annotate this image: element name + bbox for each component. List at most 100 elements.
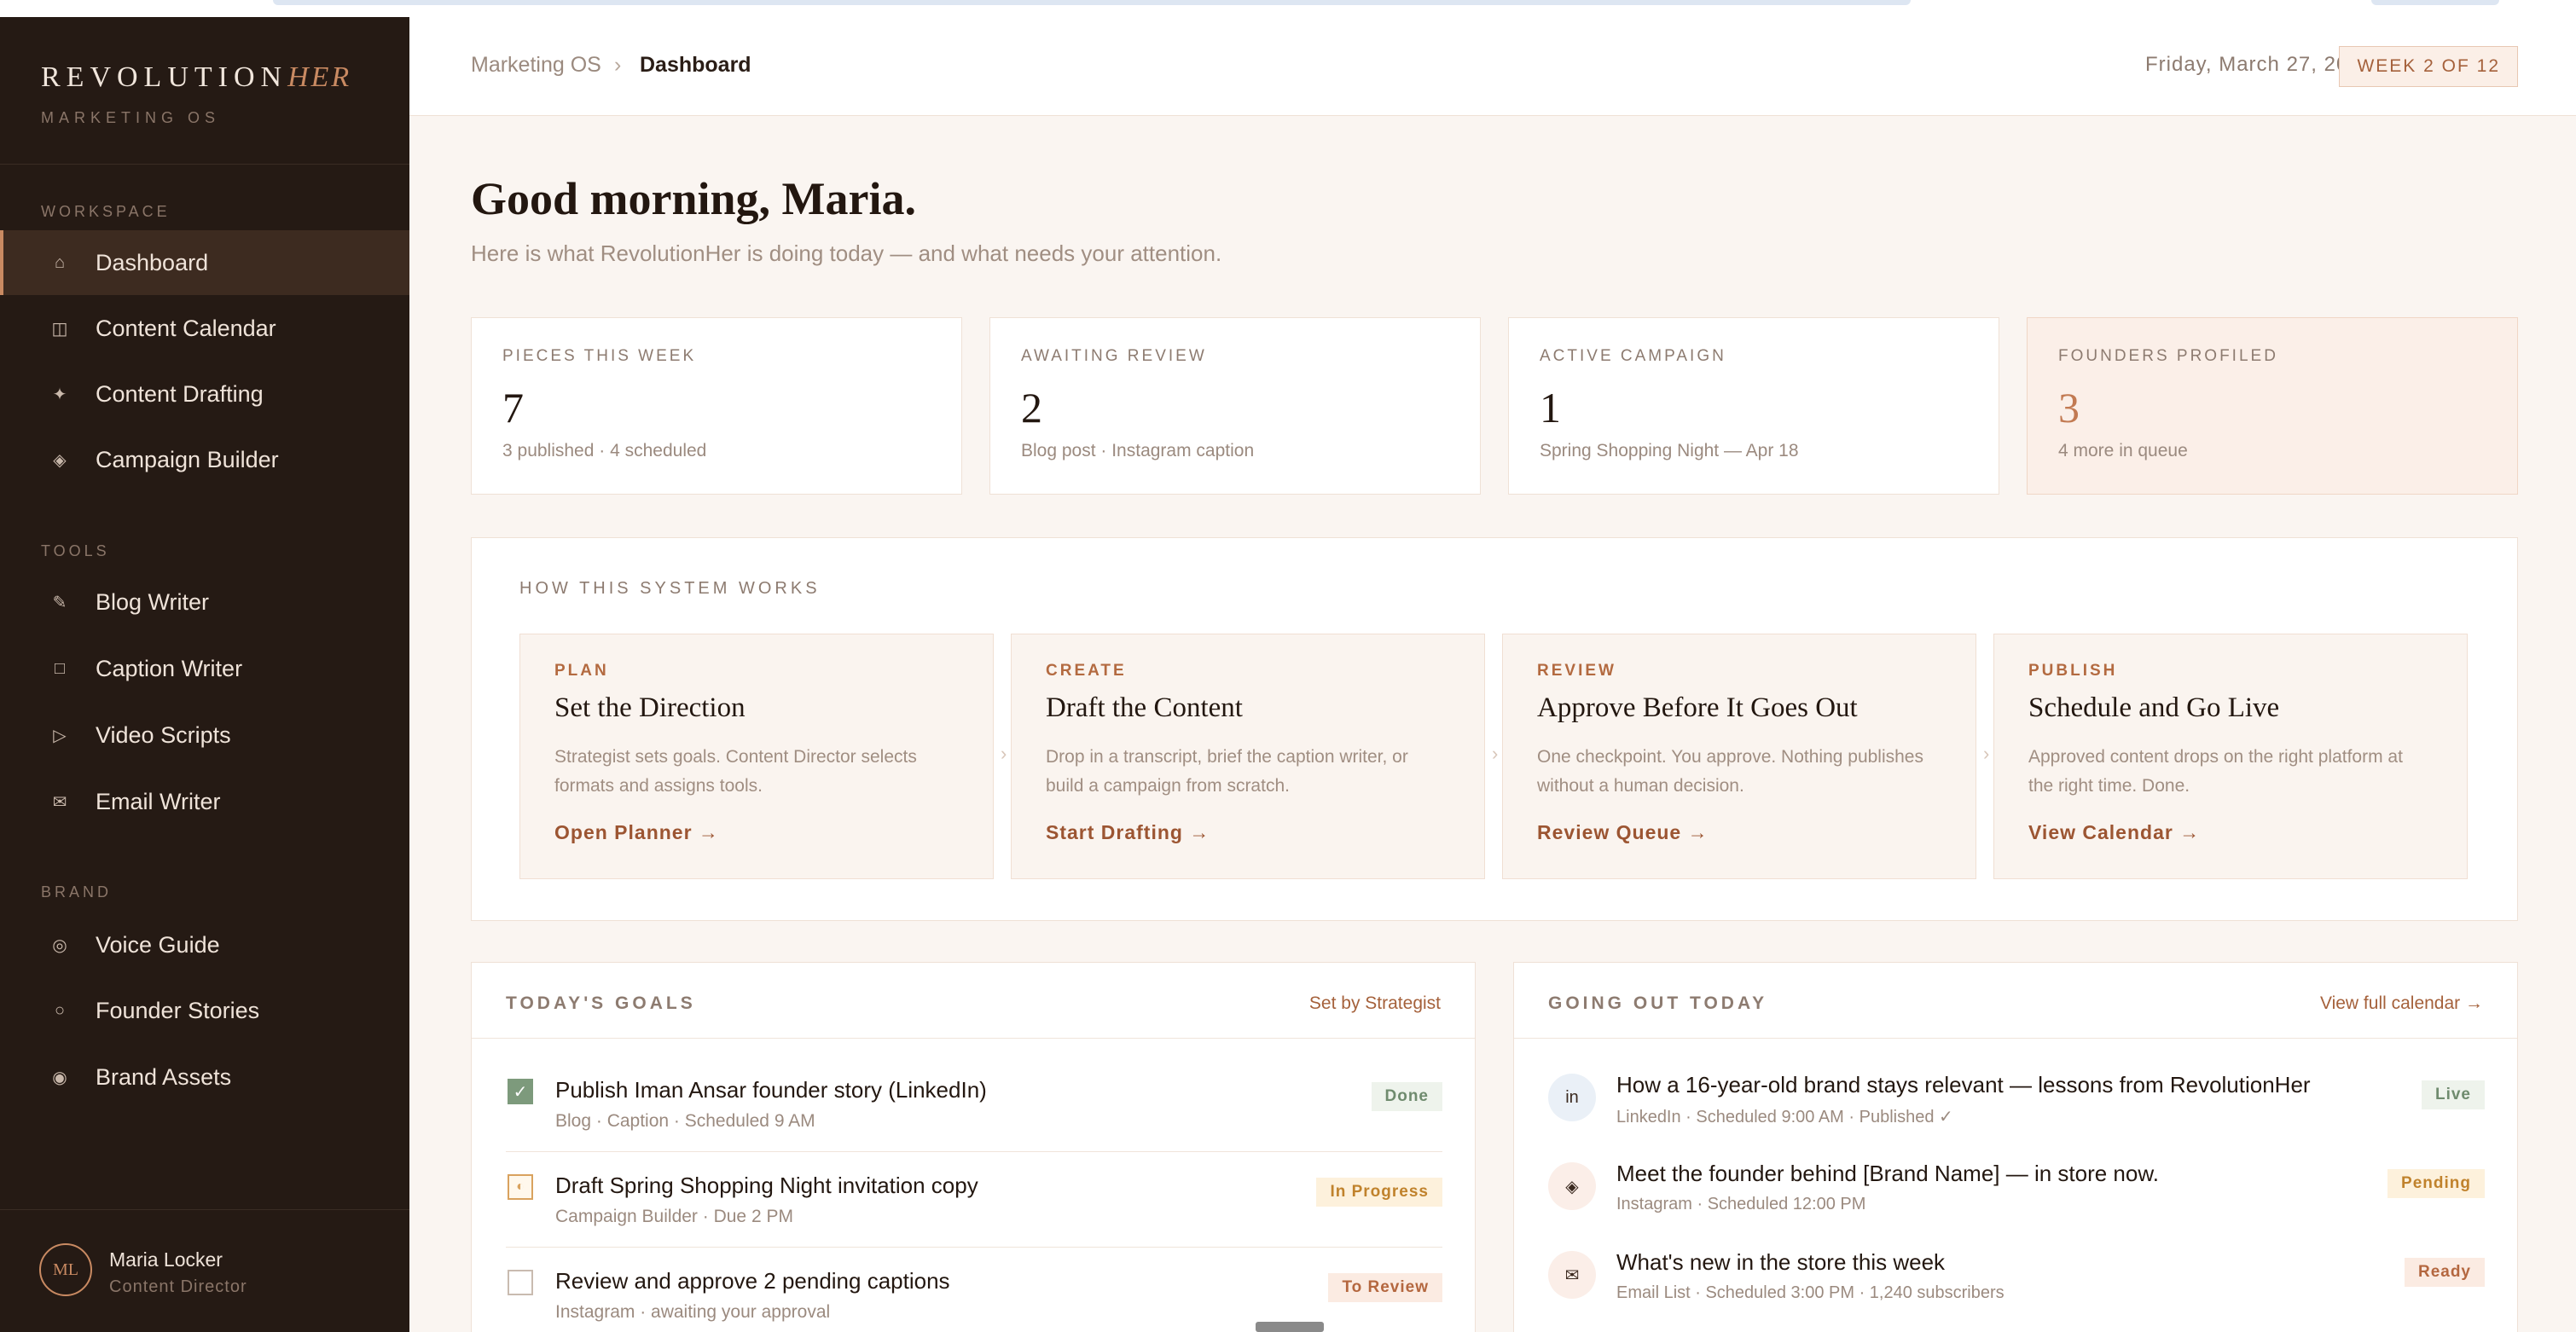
goal-meta: Campaign Builder · Due 2 PM	[555, 1207, 793, 1226]
scrollbar-handle[interactable]	[1256, 1322, 1324, 1332]
goal-item[interactable]: ✓ Publish Iman Ansar founder story (Link…	[506, 1057, 1442, 1152]
browser-action[interactable]	[2371, 0, 2499, 5]
brand-logo[interactable]: REVOLUTIONHER	[41, 61, 351, 94]
brand-name-accent: HER	[287, 61, 352, 93]
step-card-review: REVIEW Approve Before It Goes Out One ch…	[1502, 634, 1976, 879]
mail-icon: ✉	[52, 792, 67, 812]
sidebar: REVOLUTIONHER MARKETING OS WORKSPACE ⌂ D…	[0, 17, 409, 1332]
step-tag: CREATE	[1046, 662, 1127, 680]
sidebar-item-voice-guide[interactable]: ◎ Voice Guide	[0, 912, 409, 977]
sidebar-item-label: Founder Stories	[96, 997, 260, 1023]
step-card-create: CREATE Draft the Content Drop in a trans…	[1011, 634, 1485, 879]
stat-note: 3 published · 4 scheduled	[502, 441, 707, 460]
user-role: Content Director	[109, 1277, 247, 1296]
stat-card-awaiting-review[interactable]: AWAITING REVIEW 2 Blog post · Instagram …	[989, 317, 1481, 495]
section-label-workspace: WORKSPACE	[41, 203, 171, 220]
status-badge: To Review	[1328, 1273, 1442, 1302]
step-title: Approve Before It Goes Out	[1537, 692, 1858, 723]
sidebar-item-label: Campaign Builder	[96, 446, 279, 472]
sidebar-item-caption-writer[interactable]: □ Caption Writer	[0, 636, 409, 701]
sparkle-icon: ✦	[52, 385, 67, 404]
sidebar-item-label: Video Scripts	[96, 721, 231, 748]
scheduled-post[interactable]: ◈ Meet the founder behind [Brand Name] —…	[1548, 1144, 2485, 1232]
square-icon: □	[54, 658, 66, 678]
sidebar-item-campaign-builder[interactable]: ◈ Campaign Builder	[0, 427, 409, 492]
page-title: Good morning, Maria.	[471, 173, 916, 224]
status-badge: In Progress	[1316, 1178, 1442, 1207]
step-description: Approved content drops on the right plat…	[2028, 747, 2403, 796]
brand-name-main: REVOLUTION	[41, 61, 288, 93]
target-icon: ◎	[52, 935, 67, 955]
stat-note: 4 more in queue	[2058, 441, 2188, 460]
chevron-right-icon: ›	[1983, 743, 1990, 764]
post-meta: Email List · Scheduled 3:00 PM · 1,240 s…	[1616, 1283, 2005, 1302]
sidebar-item-blog-writer[interactable]: ✎ Blog Writer	[0, 570, 409, 634]
circle-icon: ○	[54, 1000, 66, 1020]
breadcrumb-root[interactable]: Marketing OS	[471, 53, 601, 78]
calendar-icon: ◫	[51, 319, 68, 339]
checkbox-empty-icon[interactable]	[508, 1270, 533, 1295]
goal-title: Publish Iman Ansar founder story (Linked…	[555, 1077, 987, 1103]
avatar[interactable]: ML	[39, 1243, 92, 1296]
browser-top-strip	[0, 0, 2576, 17]
dot-circle-icon: ◉	[52, 1068, 67, 1087]
sidebar-item-content-drafting[interactable]: ✦ Content Drafting	[0, 362, 409, 426]
sidebar-item-label: Voice Guide	[96, 931, 220, 958]
start-drafting-link[interactable]: Start Drafting →	[1046, 821, 1450, 844]
address-bar[interactable]	[273, 0, 1911, 5]
step-card-plan: PLAN Set the Direction Strategist sets g…	[519, 634, 994, 879]
stat-note: Blog post · Instagram caption	[1021, 441, 1255, 460]
chevron-right-icon: ›	[1001, 743, 1007, 764]
sidebar-item-label: Blog Writer	[96, 588, 210, 615]
status-badge: Pending	[2387, 1169, 2485, 1198]
sidebar-item-label: Caption Writer	[96, 655, 243, 681]
panel-title: HOW THIS SYSTEM WORKS	[519, 579, 821, 598]
goal-item[interactable]: Review and approve 2 pending captions In…	[506, 1248, 1442, 1332]
stat-card-founders-profiled[interactable]: FOUNDERS PROFILED 3 4 more in queue	[2027, 317, 2518, 495]
view-full-calendar-link[interactable]: View full calendar →	[2320, 993, 2483, 1014]
scheduled-post[interactable]: ✉ What's new in the store this week Emai…	[1548, 1232, 2485, 1321]
sidebar-item-label: Content Drafting	[96, 380, 264, 407]
stat-label: ACTIVE CAMPAIGN	[1540, 347, 1726, 365]
sidebar-item-dashboard[interactable]: ⌂ Dashboard	[0, 230, 409, 295]
step-tag: REVIEW	[1537, 662, 1616, 680]
stat-label: AWAITING REVIEW	[1021, 347, 1207, 365]
step-card-publish: PUBLISH Schedule and Go Live Approved co…	[1993, 634, 2468, 879]
checkbox-checked-icon[interactable]: ✓	[508, 1079, 533, 1104]
set-by-strategist-link[interactable]: Set by Strategist	[1309, 993, 1441, 1014]
status-badge: Ready	[2404, 1258, 2485, 1287]
view-calendar-link[interactable]: View Calendar →	[2028, 821, 2433, 844]
post-meta: LinkedIn · Scheduled 9:00 AM · Published…	[1616, 1108, 1953, 1126]
stat-value: 2	[1021, 384, 1042, 431]
open-planner-link[interactable]: Open Planner →	[554, 821, 959, 844]
user-name: Maria Locker	[109, 1248, 223, 1271]
brand-subtitle: MARKETING OS	[41, 109, 221, 126]
sidebar-item-founder-stories[interactable]: ○ Founder Stories	[0, 978, 409, 1043]
goal-item[interactable]: ◐ Draft Spring Shopping Night invitation…	[506, 1152, 1442, 1248]
stat-card-pieces[interactable]: PIECES THIS WEEK 7 3 published · 4 sched…	[471, 317, 962, 495]
sidebar-divider	[0, 1209, 409, 1210]
diamond-icon: ◈	[53, 450, 67, 470]
sidebar-item-label: Content Calendar	[96, 315, 276, 341]
sidebar-item-brand-assets[interactable]: ◉ Brand Assets	[0, 1045, 409, 1109]
stat-card-active-campaign[interactable]: ACTIVE CAMPAIGN 1 Spring Shopping Night …	[1508, 317, 1999, 495]
post-meta: Instagram · Scheduled 12:00 PM	[1616, 1195, 1866, 1213]
linkedin-icon: in	[1548, 1074, 1596, 1121]
breadcrumb-current: Dashboard	[640, 53, 751, 77]
review-queue-link[interactable]: Review Queue →	[1537, 821, 1941, 844]
pencil-icon: ✎	[52, 593, 67, 612]
sidebar-item-label: Dashboard	[96, 249, 209, 275]
sidebar-item-video-scripts[interactable]: ▷ Video Scripts	[0, 703, 409, 767]
half-circle-icon[interactable]: ◐	[508, 1174, 533, 1200]
sidebar-item-email-writer[interactable]: ✉ Email Writer	[0, 769, 409, 834]
scheduled-post[interactable]: in How a 16-year-old brand stays relevan…	[1548, 1055, 2485, 1144]
goal-meta: Blog · Caption · Scheduled 9 AM	[555, 1111, 815, 1131]
todays-goals-panel: TODAY'S GOALS Set by Strategist ✓ Publis…	[471, 962, 1476, 1332]
sidebar-item-label: Email Writer	[96, 788, 221, 814]
panel-title: GOING OUT TODAY	[1548, 993, 1768, 1013]
step-title: Schedule and Go Live	[2028, 692, 2280, 723]
goal-meta: Instagram · awaiting your approval	[555, 1302, 831, 1322]
email-icon: ✉	[1548, 1251, 1596, 1299]
page-subtitle: Here is what RevolutionHer is doing toda…	[471, 240, 1222, 266]
sidebar-item-content-calendar[interactable]: ◫ Content Calendar	[0, 296, 409, 361]
